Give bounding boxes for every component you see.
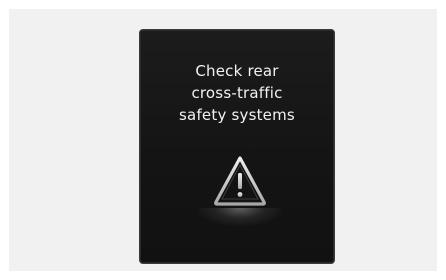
outer-frame: Check rear cross-traffic safety systems bbox=[9, 9, 437, 271]
warning-message-line-3: safety systems bbox=[179, 106, 295, 124]
icon-reflection bbox=[198, 208, 282, 226]
warning-message: Check rear cross-traffic safety systems bbox=[140, 60, 334, 126]
driver-display-screen: Check rear cross-traffic safety systems bbox=[139, 29, 335, 264]
warning-message-line-2: cross-traffic bbox=[191, 84, 283, 102]
warning-message-line-1: Check rear bbox=[195, 62, 279, 80]
warning-triangle-icon bbox=[214, 156, 266, 206]
